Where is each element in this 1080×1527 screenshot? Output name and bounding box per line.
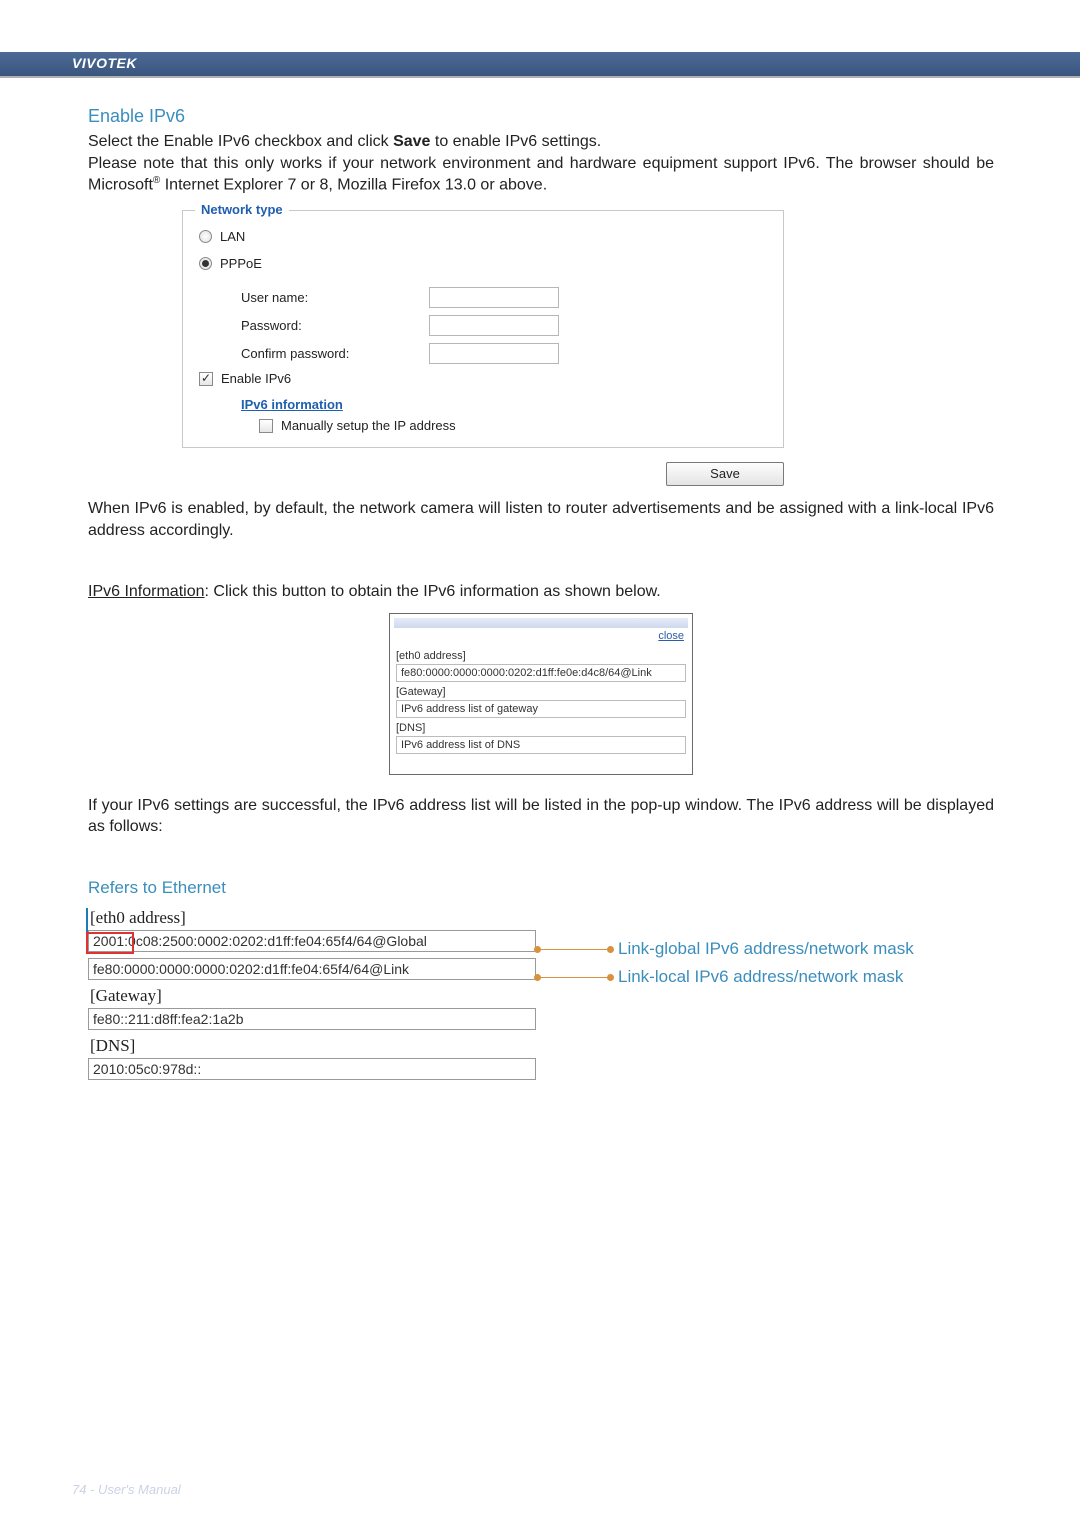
popup-eth0-value: fe80:0000:0000:0000:0202:d1ff:fe0e:d4c8/… — [396, 664, 686, 682]
eth0-global-address: 2001:0c08:2500:0002:0202:d1ff:fe04:65f4/… — [88, 930, 536, 952]
heading-enable-ipv6: Enable IPv6 — [88, 106, 994, 127]
eth0-header: [eth0 address] — [90, 908, 536, 928]
ipv6-info-label: IPv6 Information — [88, 583, 205, 600]
manual-ip-checkbox[interactable] — [259, 419, 273, 433]
popup-dns-value: IPv6 address list of DNS — [396, 736, 686, 754]
popup-gateway-value: IPv6 address list of gateway — [396, 700, 686, 718]
popup-eth0-header: [eth0 address] — [396, 650, 686, 662]
intro1-a: Select the Enable IPv6 checkbox and clic… — [88, 133, 393, 150]
intro1-save: Save — [393, 133, 430, 150]
manual-ip-label: Manually setup the IP address — [281, 418, 456, 433]
gateway-value: fe80::211:d8ff:fea2:1a2b — [88, 1008, 536, 1030]
popup-close-link[interactable]: close — [394, 630, 688, 642]
gateway-header: [Gateway] — [90, 986, 536, 1006]
pppoe-radio-row[interactable]: PPPoE — [199, 256, 769, 271]
ipv6-info-text: : Click this button to obtain the IPv6 i… — [205, 583, 661, 600]
after-popup-paragraph: If your IPv6 settings are successful, th… — [88, 795, 994, 838]
eth0-link-address: fe80:0000:0000:0000:0202:d1ff:fe04:65f4/… — [88, 958, 536, 980]
eth-diagram: [eth0 address] 2001:0c08:2500:0002:0202:… — [88, 908, 998, 1080]
lan-label: LAN — [220, 229, 245, 244]
pppoe-label: PPPoE — [220, 256, 262, 271]
save-button[interactable]: Save — [666, 462, 784, 486]
network-type-fieldset: Network type LAN PPPoE User name: Passwo — [182, 210, 784, 448]
lan-radio[interactable] — [199, 230, 212, 243]
enable-ipv6-checkbox[interactable] — [199, 372, 213, 386]
intro-paragraph-2: Please note that this only works if your… — [88, 153, 994, 197]
intro1-b: to enable IPv6 settings. — [430, 133, 601, 150]
ipv6-information-link[interactable]: IPv6 information — [241, 397, 343, 412]
network-type-legend: Network type — [195, 202, 289, 217]
password-input[interactable] — [429, 315, 559, 336]
eth-tick-line — [86, 908, 88, 934]
heading-refers-ethernet: Refers to Ethernet — [88, 878, 994, 898]
pppoe-radio[interactable] — [199, 257, 212, 270]
brand-bar: VIVOTEK — [0, 52, 1080, 78]
confirm-password-input[interactable] — [429, 343, 559, 364]
username-label: User name: — [241, 290, 429, 305]
confirm-password-label: Confirm password: — [241, 346, 429, 361]
username-input[interactable] — [429, 287, 559, 308]
intro2-b: Internet Explorer 7 or 8, Mozilla Firefo… — [160, 177, 547, 194]
callout-line-local — [538, 977, 610, 978]
dns-value: 2010:05c0:978d:: — [88, 1058, 536, 1080]
popup-gateway-header: [Gateway] — [396, 686, 686, 698]
callout-line-global — [538, 949, 610, 950]
password-label: Password: — [241, 318, 429, 333]
callout-text-global: Link-global IPv6 address/network mask — [618, 939, 914, 959]
popup-dns-header: [DNS] — [396, 722, 686, 734]
enable-ipv6-label: Enable IPv6 — [221, 371, 291, 386]
popup-titlebar — [394, 618, 688, 628]
page-footer: 74 - User's Manual — [72, 1482, 181, 1497]
lan-radio-row[interactable]: LAN — [199, 229, 769, 244]
after-save-paragraph: When IPv6 is enabled, by default, the ne… — [88, 498, 994, 541]
manual-ip-row[interactable]: Manually setup the IP address — [259, 418, 769, 433]
callout-text-local: Link-local IPv6 address/network mask — [618, 967, 903, 987]
dns-header: [DNS] — [90, 1036, 536, 1056]
enable-ipv6-row[interactable]: Enable IPv6 — [199, 371, 769, 386]
ipv6-info-popup: close [eth0 address] fe80:0000:0000:0000… — [389, 613, 693, 775]
ipv6-info-paragraph: IPv6 Information: Click this button to o… — [88, 581, 994, 603]
intro-paragraph-1: Select the Enable IPv6 checkbox and clic… — [88, 131, 994, 153]
